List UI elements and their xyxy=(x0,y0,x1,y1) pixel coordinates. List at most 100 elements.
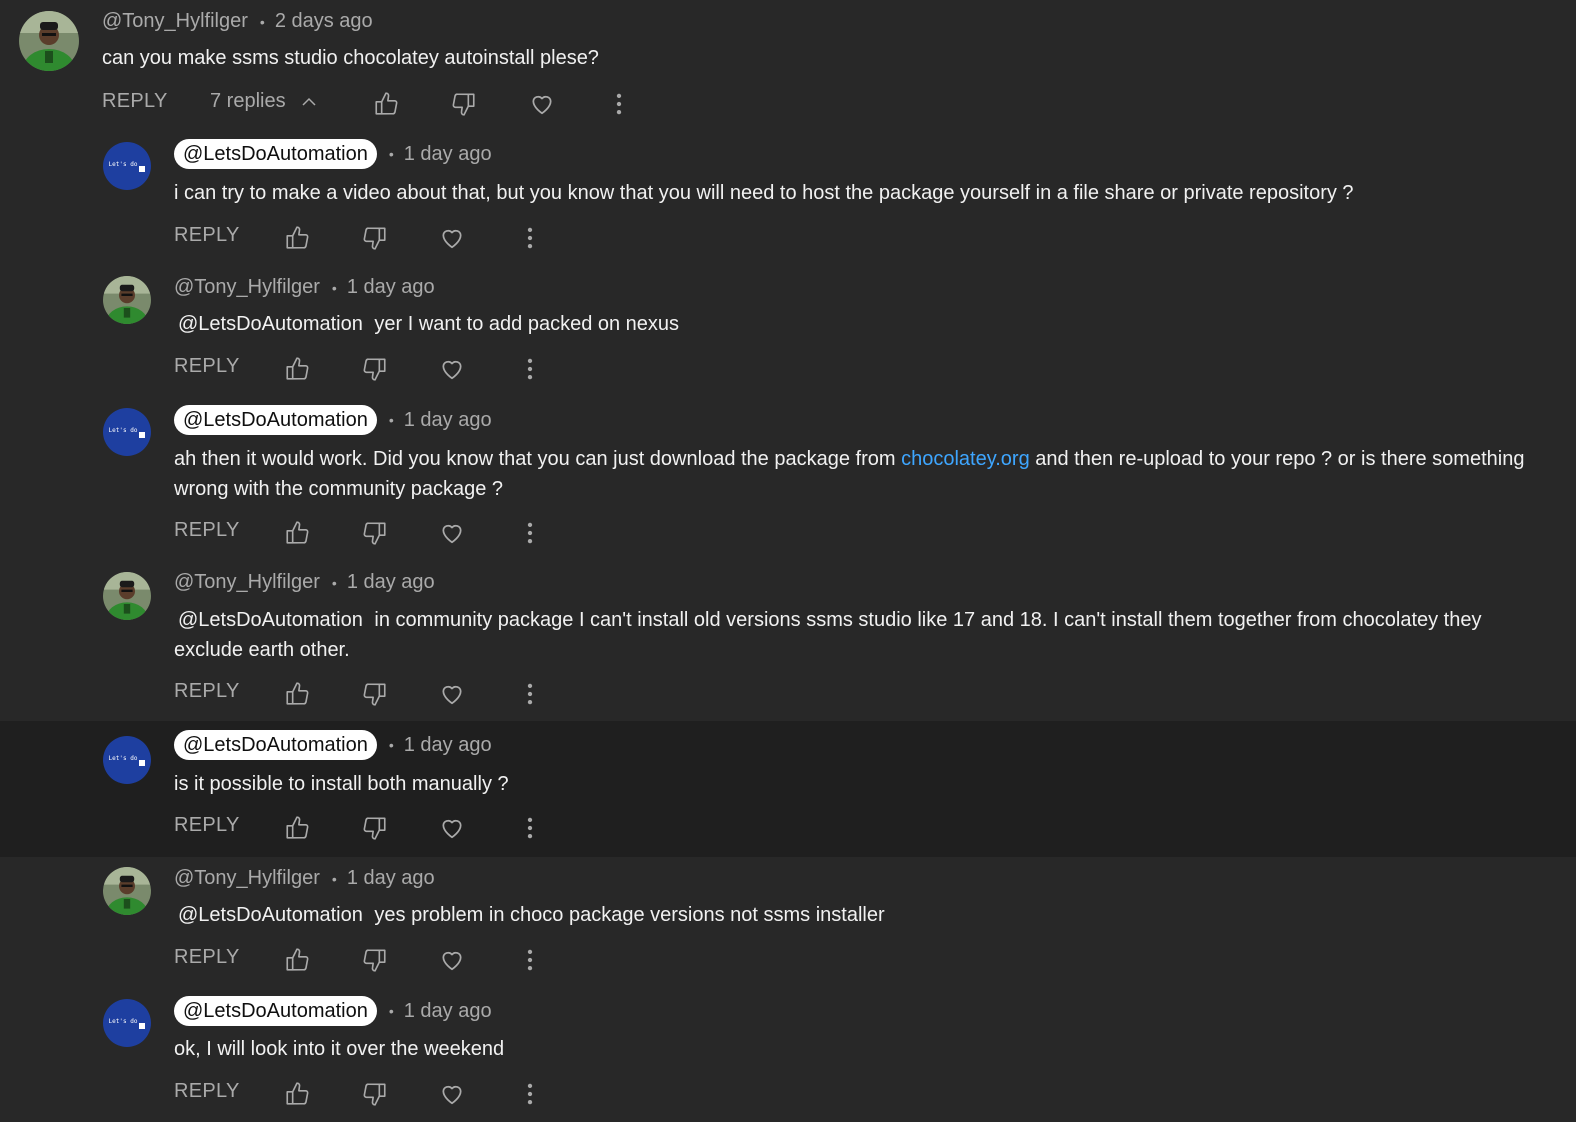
avatar[interactable]: Let's do xyxy=(103,408,151,456)
reply-button[interactable]: REPLY xyxy=(174,946,240,969)
author-handle[interactable]: @LetsDoAutomation xyxy=(174,405,377,435)
separator-dot: • xyxy=(388,412,394,428)
reply-item: Let's do @LetsDoAutomation • 1 day ago i… xyxy=(0,130,1576,262)
reply-button[interactable]: REPLY xyxy=(174,519,240,542)
heart-button[interactable] xyxy=(437,223,467,253)
reply-button[interactable]: REPLY xyxy=(174,355,240,378)
heart-button[interactable] xyxy=(437,1079,467,1109)
author-handle[interactable]: @LetsDoAutomation xyxy=(174,996,377,1026)
author-handle[interactable]: @Tony_Hylfilger xyxy=(174,867,320,890)
more-button[interactable] xyxy=(515,945,545,975)
heart-button[interactable] xyxy=(437,518,467,548)
heart-button[interactable] xyxy=(437,679,467,709)
dislike-button[interactable] xyxy=(449,89,479,119)
heart-button[interactable] xyxy=(527,89,557,119)
more-icon xyxy=(517,520,543,546)
more-button[interactable] xyxy=(515,679,545,709)
separator-dot: • xyxy=(388,146,394,162)
comment-time[interactable]: 2 days ago xyxy=(275,10,373,33)
like-button[interactable] xyxy=(371,89,401,119)
comment-body: yes problem in choco package versions no… xyxy=(374,904,885,926)
comment-time[interactable]: 1 day ago xyxy=(347,276,435,299)
comment-text: ah then it would work. Did you know that… xyxy=(174,444,1549,504)
reply-button[interactable]: REPLY xyxy=(174,1080,240,1103)
more-button[interactable] xyxy=(515,223,545,253)
author-handle[interactable]: @Tony_Hylfilger xyxy=(174,571,320,594)
like-button[interactable] xyxy=(282,223,312,253)
like-icon xyxy=(284,681,310,707)
more-button[interactable] xyxy=(515,354,545,384)
like-button[interactable] xyxy=(282,354,312,384)
heart-button[interactable] xyxy=(437,945,467,975)
comment-time[interactable]: 1 day ago xyxy=(404,143,492,166)
reply-button[interactable]: REPLY xyxy=(174,814,240,837)
chocolatey-link[interactable]: chocolatey.org xyxy=(901,448,1030,470)
like-icon xyxy=(284,815,310,841)
dislike-button[interactable] xyxy=(360,354,390,384)
reply-item: Let's do @LetsDoAutomation • 1 day ago o… xyxy=(0,987,1576,1122)
dislike-button[interactable] xyxy=(360,679,390,709)
comment-time[interactable]: 1 day ago xyxy=(404,1000,492,1023)
more-button[interactable] xyxy=(515,813,545,843)
more-button[interactable] xyxy=(515,1079,545,1109)
replies-toggle[interactable]: 7 replies xyxy=(210,90,318,113)
mention-link[interactable]: @LetsDoAutomation xyxy=(178,609,363,631)
like-icon xyxy=(373,91,399,117)
comment-time[interactable]: 1 day ago xyxy=(347,571,435,594)
avatar-mark xyxy=(139,432,146,438)
heart-icon xyxy=(439,815,465,841)
comment-time[interactable]: 1 day ago xyxy=(404,734,492,757)
like-button[interactable] xyxy=(282,518,312,548)
separator-dot: • xyxy=(388,737,394,753)
more-icon xyxy=(517,681,543,707)
reply-button[interactable]: REPLY xyxy=(174,224,240,247)
more-button[interactable] xyxy=(515,518,545,548)
reply-item: Let's do @LetsDoAutomation • 1 day ago a… xyxy=(0,392,1576,557)
mention-link[interactable]: @LetsDoAutomation xyxy=(178,313,363,335)
comment-text: can you make ssms studio chocolatey auto… xyxy=(102,47,599,69)
like-icon xyxy=(284,520,310,546)
heart-button[interactable] xyxy=(437,813,467,843)
reply-button[interactable]: REPLY xyxy=(102,90,168,113)
like-icon xyxy=(284,947,310,973)
mention-link[interactable]: @LetsDoAutomation xyxy=(178,904,363,926)
like-button[interactable] xyxy=(282,945,312,975)
more-button[interactable] xyxy=(604,89,634,119)
reply-item: @Tony_Hylfilger • 1 day ago @LetsDoAutom… xyxy=(0,857,1576,987)
dislike-button[interactable] xyxy=(360,1079,390,1109)
avatar[interactable] xyxy=(103,572,151,620)
avatar[interactable] xyxy=(103,867,151,915)
avatar[interactable]: Let's do xyxy=(103,999,151,1047)
comment-time[interactable]: 1 day ago xyxy=(347,867,435,890)
author-handle[interactable]: @LetsDoAutomation xyxy=(174,730,377,760)
avatar[interactable]: Let's do xyxy=(103,142,151,190)
like-button[interactable] xyxy=(282,679,312,709)
reply-button[interactable]: REPLY xyxy=(174,680,240,703)
author-handle[interactable]: @Tony_Hylfilger xyxy=(102,10,248,33)
author-handle[interactable]: @Tony_Hylfilger xyxy=(174,276,320,299)
avatar[interactable]: Let's do xyxy=(103,736,151,784)
comment-time[interactable]: 1 day ago xyxy=(404,409,492,432)
avatar-mark xyxy=(139,1023,146,1029)
like-button[interactable] xyxy=(282,813,312,843)
dislike-button[interactable] xyxy=(360,813,390,843)
avatar[interactable] xyxy=(19,11,79,71)
heart-button[interactable] xyxy=(437,354,467,384)
more-icon xyxy=(517,1081,543,1107)
author-handle[interactable]: @LetsDoAutomation xyxy=(174,139,377,169)
comment-thread: @Tony_Hylfilger • 2 days ago can you mak… xyxy=(0,0,1576,1122)
avatar[interactable] xyxy=(103,276,151,324)
dislike-icon xyxy=(362,520,388,546)
separator-dot: • xyxy=(331,574,337,591)
avatar-label: Let's do xyxy=(108,1017,138,1025)
dislike-button[interactable] xyxy=(360,223,390,253)
comment-body-start: ah then it would work. Did you know that… xyxy=(174,448,896,470)
comment-header: @Tony_Hylfilger • 1 day ago xyxy=(174,571,435,594)
like-button[interactable] xyxy=(282,1079,312,1109)
reply-item: Let's do @LetsDoAutomation • 1 day ago i… xyxy=(0,721,1576,857)
dislike-button[interactable] xyxy=(360,945,390,975)
avatar-mark xyxy=(139,760,146,766)
dislike-icon xyxy=(362,681,388,707)
dislike-button[interactable] xyxy=(360,518,390,548)
comment-header: @Tony_Hylfilger • 2 days ago xyxy=(102,10,373,33)
